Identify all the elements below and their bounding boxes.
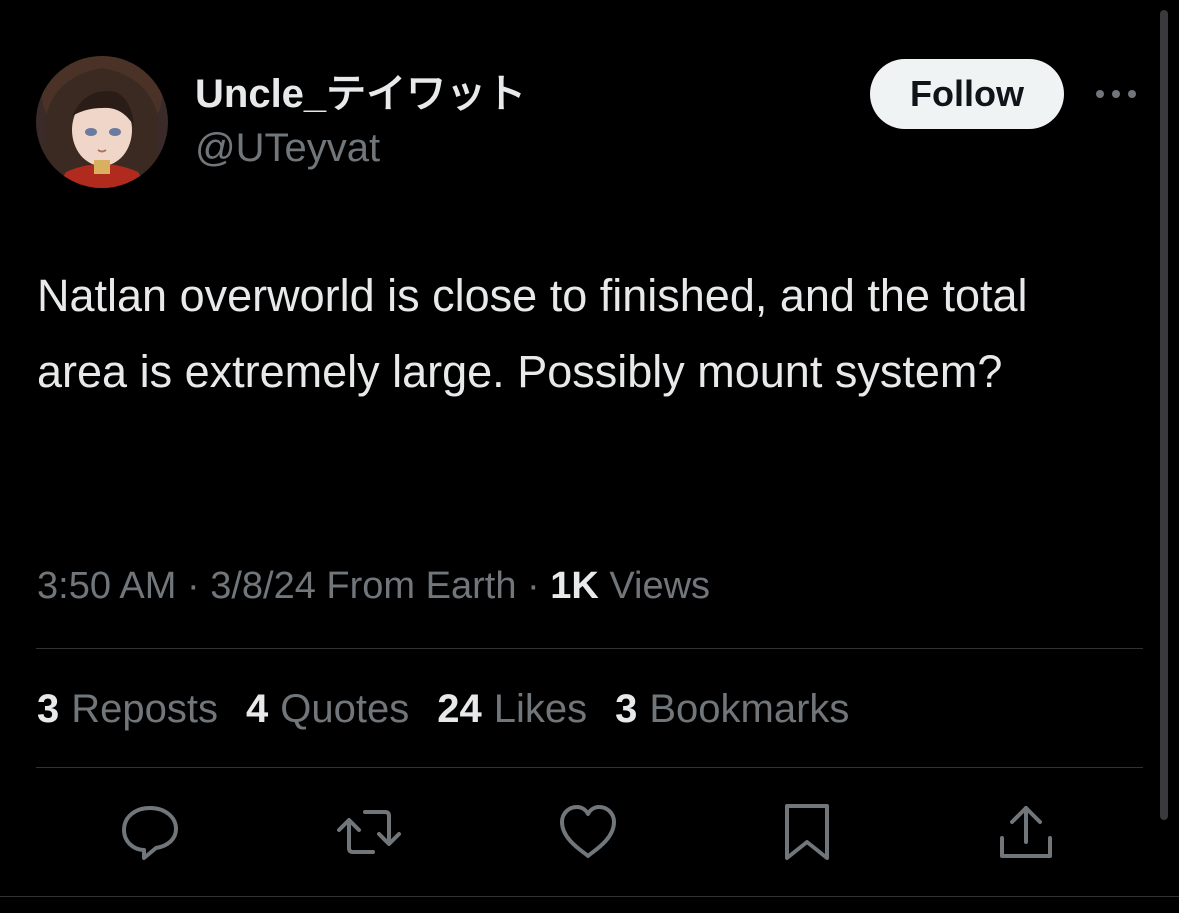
quotes-label: Quotes	[280, 687, 410, 731]
views-label[interactable]: Views	[609, 565, 710, 607]
tweet-text: Natlan overworld is close to finished, a…	[37, 270, 1028, 397]
likes-stat[interactable]: 24 Likes	[437, 684, 587, 734]
bookmark-icon[interactable]	[775, 800, 839, 864]
bookmarks-count: 3	[615, 687, 638, 731]
likes-label: Likes	[493, 687, 588, 731]
divider	[36, 767, 1143, 768]
tweet-date-location: 3/8/24 From Earth	[210, 565, 517, 607]
reply-icon[interactable]	[118, 800, 182, 864]
tweet-meta: 3:50 AM · 3/8/24 From Earth · 1K Views	[37, 562, 710, 610]
repost-icon[interactable]	[337, 800, 401, 864]
reposts-stat[interactable]: 3 Reposts	[37, 684, 218, 734]
quotes-count: 4	[246, 687, 269, 731]
meta-separator: ·	[186, 565, 200, 607]
divider	[36, 648, 1143, 649]
scrollbar[interactable]	[1160, 10, 1168, 820]
bookmarks-stat[interactable]: 3 Bookmarks	[615, 684, 849, 734]
like-icon[interactable]	[556, 800, 620, 864]
divider	[0, 896, 1179, 897]
likes-count: 24	[437, 687, 482, 731]
follow-button[interactable]: Follow	[870, 59, 1064, 129]
engagement-stats: 3 Reposts 4 Quotes 24 Likes 3 Bookmarks	[37, 684, 849, 734]
views-count[interactable]: 1K	[550, 565, 599, 607]
reposts-label: Reposts	[71, 687, 218, 731]
bookmarks-label: Bookmarks	[649, 687, 850, 731]
meta-separator: ·	[527, 565, 540, 607]
avatar[interactable]	[36, 56, 168, 188]
reposts-count: 3	[37, 687, 60, 731]
more-options-icon[interactable]	[1090, 80, 1142, 108]
tweet-time: 3:50 AM	[37, 565, 177, 607]
quotes-stat[interactable]: 4 Quotes	[246, 684, 409, 734]
display-name[interactable]: Uncle_テイワット	[195, 70, 526, 118]
user-handle[interactable]: @UTeyvat	[195, 124, 380, 172]
avatar-image	[36, 56, 168, 188]
share-icon[interactable]	[994, 800, 1058, 864]
